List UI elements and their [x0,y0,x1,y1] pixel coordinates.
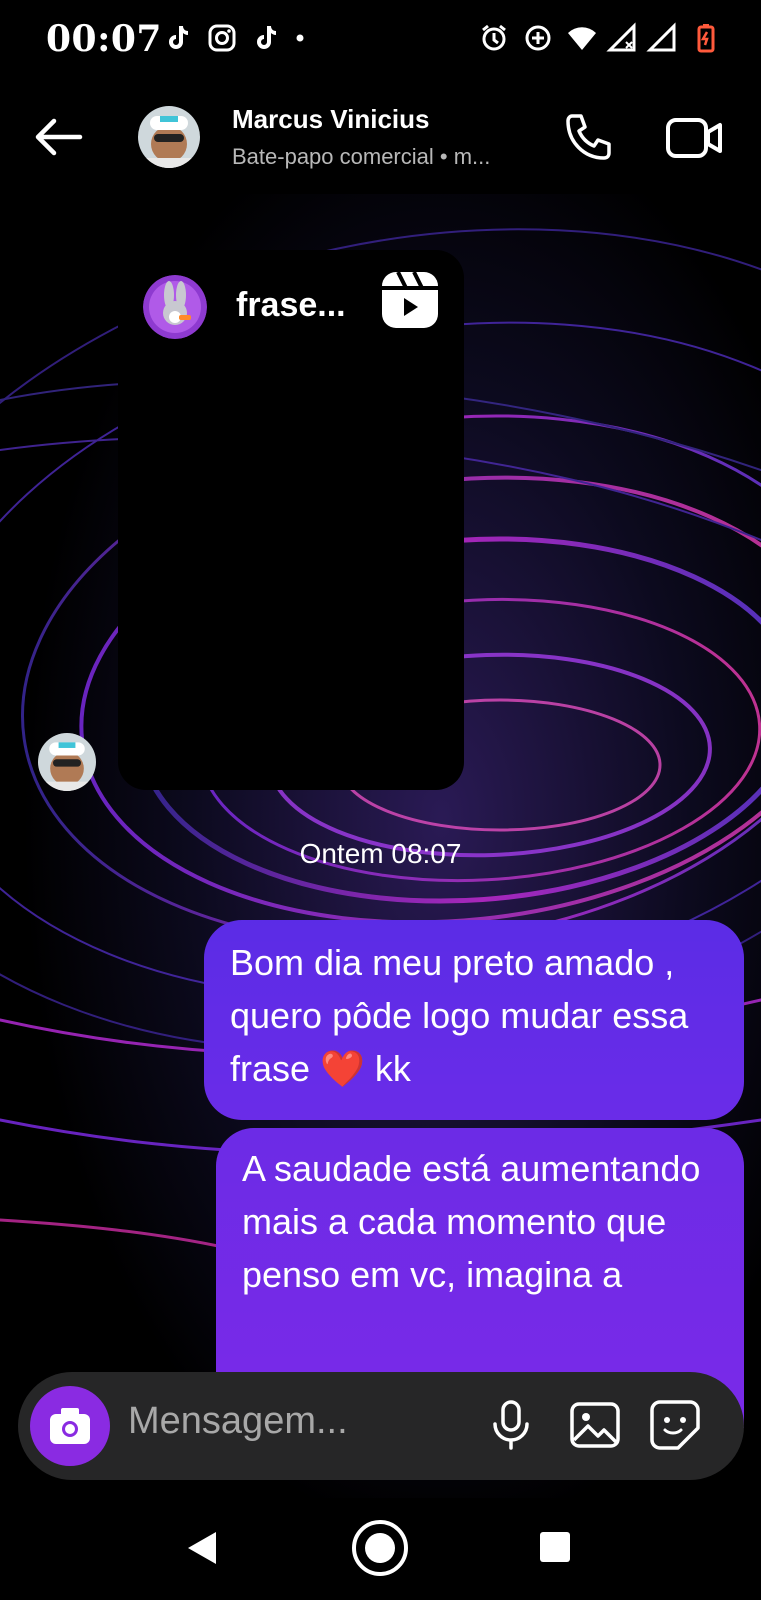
nav-home-icon[interactable] [350,1518,410,1578]
message-text-suffix: kk [364,1048,411,1089]
nav-back-icon[interactable] [184,1528,220,1568]
shared-reel-card[interactable]: frase... [118,250,464,790]
microphone-icon[interactable] [482,1396,540,1454]
back-arrow-icon[interactable] [28,112,88,162]
system-navigation-bar [0,1498,761,1600]
tiktok-icon [257,26,276,49]
reel-title: frase... [236,286,346,324]
contact-subtitle: Bate-papo comercial • m... [232,144,491,169]
camera-icon [50,1408,90,1444]
signal-icon [606,22,636,52]
status-time: 00:07 [46,18,162,60]
message-bubble[interactable]: Bom dia meu preto amado , quero pôde log… [204,920,744,1120]
nav-recents-icon[interactable] [538,1530,572,1564]
signal-icon [646,22,676,52]
message-input[interactable]: Mensagem... [128,1400,348,1443]
message-text: Bom dia meu preto amado , quero pôde log… [230,942,689,1089]
sticker-icon[interactable] [646,1396,704,1454]
reel-author-avatar [143,275,207,339]
phone-icon[interactable] [560,110,616,166]
heart-emoji: ❤️ [320,1048,365,1089]
battery-charging-icon [697,24,715,53]
camera-button[interactable] [30,1386,110,1466]
message-timestamp: Ontem 08:07 [299,838,462,869]
message-composer: Mensagem... [18,1372,744,1480]
wifi-icon [568,27,596,50]
sender-avatar[interactable] [38,733,96,791]
chat-header: Marcus Vinicius Bate-papo comercial • m.… [0,82,761,194]
notification-dot-icon [296,34,304,42]
contact-name[interactable]: Marcus Vinicius [232,104,430,135]
data-saver-icon [525,25,551,51]
avatar[interactable] [138,106,200,168]
tiktok-icon [169,26,188,49]
alarm-icon [482,24,506,51]
reels-icon [382,271,438,328]
status-bar: 00:07 [0,0,761,82]
video-camera-icon[interactable] [664,110,724,166]
message-text: A saudade está aumentando mais a cada mo… [242,1148,701,1295]
instagram-icon [208,24,236,52]
gallery-icon[interactable] [566,1396,624,1454]
